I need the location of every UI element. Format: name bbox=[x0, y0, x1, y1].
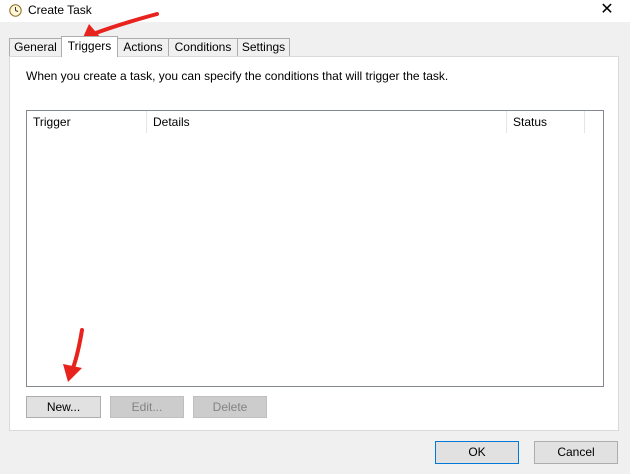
tab-settings[interactable]: Settings bbox=[237, 38, 290, 56]
column-header-status[interactable]: Status bbox=[507, 111, 584, 133]
triggers-panel: When you create a task, you can specify … bbox=[9, 56, 619, 431]
triggers-description: When you create a task, you can specify … bbox=[26, 69, 449, 83]
triggers-list[interactable]: Trigger Details Status bbox=[26, 110, 604, 387]
close-button[interactable]: ✕ bbox=[584, 0, 630, 22]
clock-icon bbox=[9, 4, 22, 17]
window-title: Create Task bbox=[28, 3, 92, 17]
new-trigger-button[interactable]: New... bbox=[26, 396, 101, 418]
edit-trigger-button[interactable]: Edit... bbox=[110, 396, 184, 418]
title-bar: Create Task ✕ bbox=[0, 0, 630, 22]
tab-triggers[interactable]: Triggers bbox=[61, 36, 118, 57]
tab-general[interactable]: General bbox=[9, 38, 62, 56]
tab-conditions[interactable]: Conditions bbox=[168, 38, 238, 56]
tab-actions[interactable]: Actions bbox=[117, 38, 169, 56]
cancel-button[interactable]: Cancel bbox=[534, 441, 618, 464]
column-header-details[interactable]: Details bbox=[147, 111, 506, 133]
ok-button[interactable]: OK bbox=[435, 441, 519, 464]
close-icon: ✕ bbox=[600, 1, 614, 18]
delete-trigger-button[interactable]: Delete bbox=[193, 396, 267, 418]
column-header-trigger[interactable]: Trigger bbox=[27, 111, 146, 133]
column-separator[interactable] bbox=[584, 111, 585, 133]
